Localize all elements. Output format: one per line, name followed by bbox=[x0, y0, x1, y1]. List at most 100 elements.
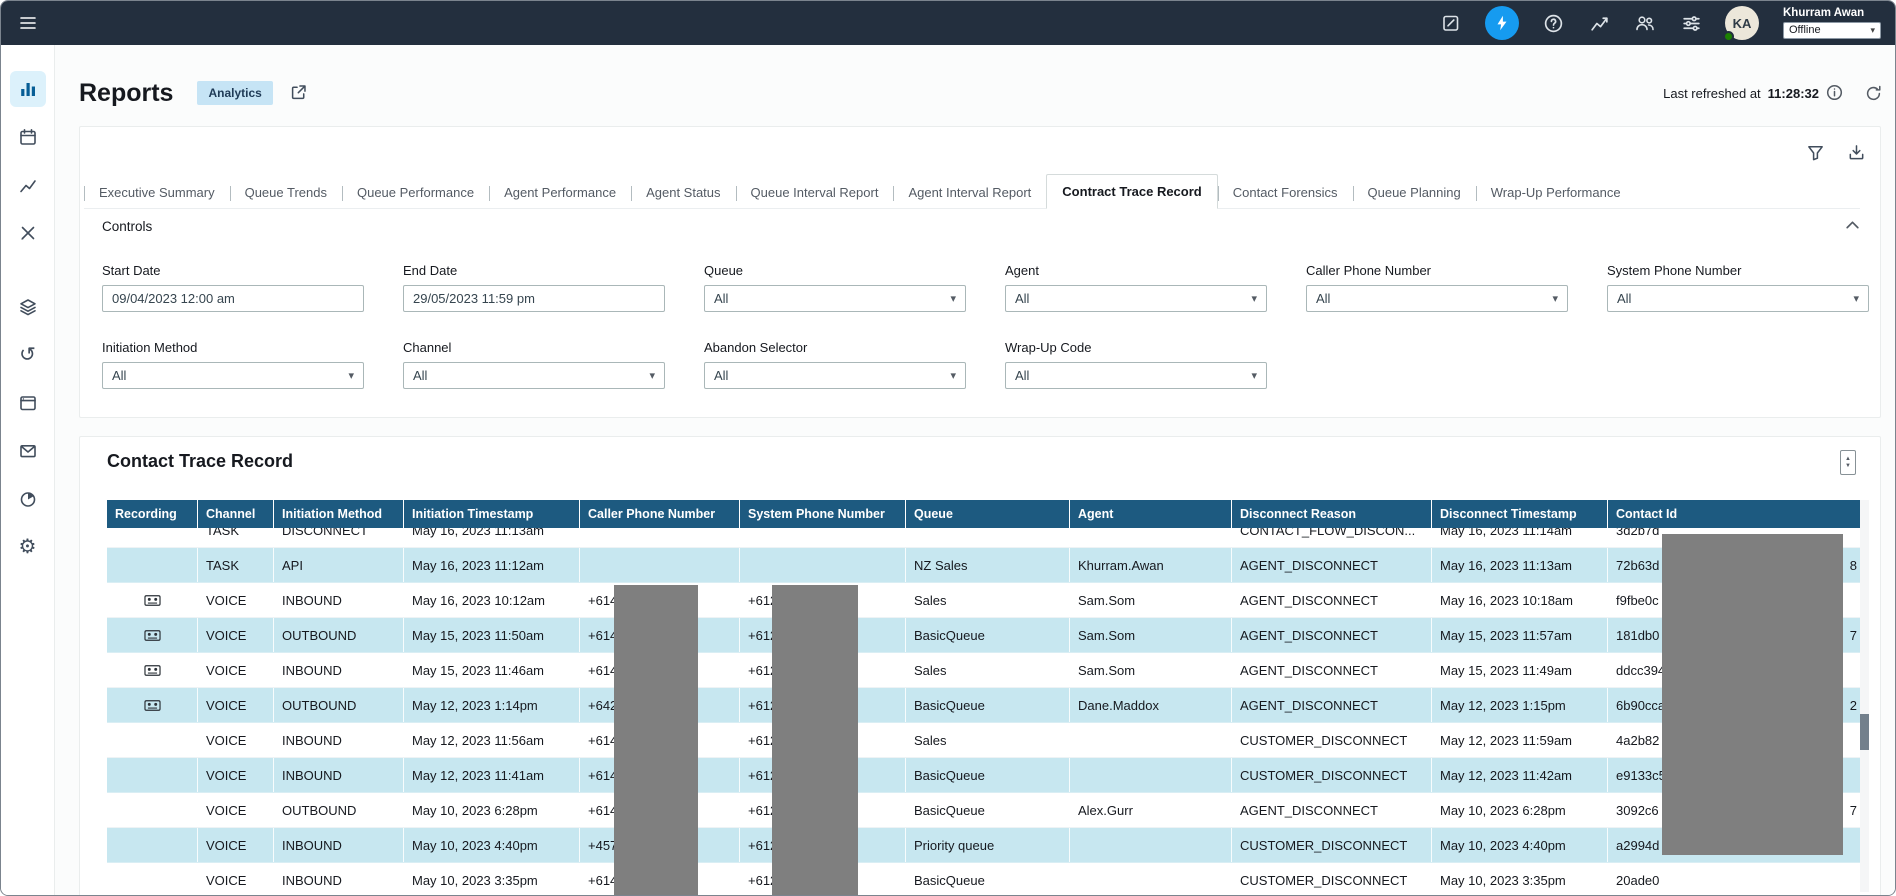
cell-system-phone bbox=[739, 548, 905, 582]
col-initiation-timestamp[interactable]: Initiation Timestamp bbox=[403, 500, 579, 528]
cell-disconnect-reason: AGENT_DISCONNECT bbox=[1231, 688, 1431, 722]
col-disconnect-timestamp[interactable]: Disconnect Timestamp bbox=[1431, 500, 1607, 528]
chevron-up-icon[interactable] bbox=[1844, 217, 1862, 235]
sidebar-item-window[interactable] bbox=[10, 385, 46, 421]
hamburger-menu-icon[interactable] bbox=[13, 8, 43, 38]
tab-queue-trends[interactable]: Queue Trends bbox=[230, 178, 342, 208]
cell-initiation-timestamp: May 16, 2023 10:12am bbox=[403, 583, 579, 617]
table-row[interactable]: VOICE INBOUND May 16, 2023 10:12am +614 … bbox=[107, 583, 1862, 618]
metrics-icon[interactable] bbox=[1587, 11, 1611, 35]
tab-queue-performance[interactable]: Queue Performance bbox=[342, 178, 489, 208]
recording-icon[interactable] bbox=[144, 665, 161, 676]
cell-initiation-timestamp: May 16, 2023 11:13am bbox=[403, 528, 579, 547]
cell-initiation-method: OUTBOUND bbox=[273, 618, 403, 652]
tab-contract-trace-record[interactable]: Contract Trace Record bbox=[1046, 174, 1217, 209]
chevron-down-icon: ▾ bbox=[950, 292, 956, 305]
tab-agent-interval-report[interactable]: Agent Interval Report bbox=[893, 178, 1046, 208]
channel-field: Channel All ▾ bbox=[403, 340, 665, 389]
external-link-icon[interactable] bbox=[289, 83, 309, 103]
quick-actions-icon[interactable] bbox=[1485, 6, 1519, 40]
table-row[interactable]: VOICE INBOUND May 15, 2023 11:46am +614 … bbox=[107, 653, 1862, 688]
col-initiation-method[interactable]: Initiation Method bbox=[273, 500, 403, 528]
contact-id-text: 6b90cca bbox=[1616, 698, 1665, 713]
table-row[interactable]: TASK DISCONNECT May 16, 2023 11:13am CON… bbox=[107, 528, 1862, 548]
tab-queue-planning[interactable]: Queue Planning bbox=[1353, 178, 1476, 208]
refresh-icon[interactable] bbox=[1864, 84, 1883, 103]
info-icon[interactable] bbox=[1826, 84, 1844, 102]
col-agent[interactable]: Agent bbox=[1069, 500, 1231, 528]
avatar[interactable]: KA bbox=[1725, 6, 1759, 40]
cell-initiation-method: API bbox=[273, 548, 403, 582]
cell-agent: Khurram.Awan bbox=[1069, 548, 1231, 582]
filter-icon[interactable] bbox=[1806, 143, 1825, 162]
sidebar-item-pie-reports[interactable] bbox=[10, 481, 46, 517]
col-queue[interactable]: Queue bbox=[905, 500, 1069, 528]
sidebar-item-schedule[interactable] bbox=[10, 119, 46, 155]
tab-agent-performance[interactable]: Agent Performance bbox=[489, 178, 631, 208]
table-row[interactable]: VOICE INBOUND May 10, 2023 4:40pm +457 +… bbox=[107, 828, 1862, 863]
download-icon[interactable] bbox=[1847, 143, 1866, 162]
wrapup-code-select[interactable]: All ▾ bbox=[1005, 362, 1267, 389]
table-row[interactable]: VOICE OUTBOUND May 10, 2023 6:28pm +614 … bbox=[107, 793, 1862, 828]
sidebar-item-reports[interactable] bbox=[10, 71, 46, 107]
notes-icon[interactable] bbox=[1439, 11, 1463, 35]
status-indicator bbox=[1723, 31, 1734, 42]
start-date-label: Start Date bbox=[102, 263, 364, 278]
sidebar-item-layers[interactable] bbox=[10, 289, 46, 325]
sidebar-item-design-tools[interactable] bbox=[10, 215, 46, 251]
end-date-input[interactable] bbox=[403, 285, 665, 312]
table-scrollbar-thumb[interactable] bbox=[1860, 714, 1869, 750]
col-disconnect-reason[interactable]: Disconnect Reason bbox=[1231, 500, 1431, 528]
queue-select[interactable]: All ▾ bbox=[704, 285, 966, 312]
agent-status-select[interactable]: Offline ▾ bbox=[1783, 22, 1881, 39]
tab-executive-summary[interactable]: Executive Summary bbox=[84, 178, 230, 208]
table-row[interactable]: VOICE OUTBOUND May 15, 2023 11:50am +614… bbox=[107, 618, 1862, 653]
cell-recording bbox=[107, 688, 197, 722]
help-icon[interactable] bbox=[1541, 11, 1565, 35]
scroll-spinner[interactable]: ▲ ▼ bbox=[1840, 450, 1856, 475]
cell-initiation-method: OUTBOUND bbox=[273, 793, 403, 827]
table-row[interactable]: VOICE OUTBOUND May 12, 2023 1:14pm +642 … bbox=[107, 688, 1862, 723]
sidebar-item-history[interactable]: ↺ bbox=[10, 337, 46, 373]
caller-phone-select[interactable]: All ▾ bbox=[1306, 285, 1568, 312]
recording-icon[interactable] bbox=[144, 700, 161, 711]
initiation-method-select[interactable]: All ▾ bbox=[102, 362, 364, 389]
recording-icon[interactable] bbox=[144, 630, 161, 641]
table-row[interactable]: VOICE INBOUND May 10, 2023 3:35pm +614 +… bbox=[107, 863, 1862, 895]
tab-agent-status[interactable]: Agent Status bbox=[631, 178, 735, 208]
col-channel[interactable]: Channel bbox=[197, 500, 273, 528]
tab-contact-forensics[interactable]: Contact Forensics bbox=[1218, 178, 1353, 208]
tab-wrap-up-performance[interactable]: Wrap-Up Performance bbox=[1476, 178, 1636, 208]
end-date-field: End Date bbox=[403, 263, 665, 312]
redaction-overlay-contact-id bbox=[1662, 534, 1843, 855]
settings-sliders-icon[interactable] bbox=[1679, 11, 1703, 35]
users-icon[interactable] bbox=[1633, 11, 1657, 35]
contact-id-text: 3092c6 bbox=[1616, 803, 1659, 818]
card-tools bbox=[1806, 143, 1866, 162]
system-phone-select[interactable]: All ▾ bbox=[1607, 285, 1869, 312]
sidebar-item-trends[interactable] bbox=[10, 167, 46, 203]
agent-select[interactable]: All ▾ bbox=[1005, 285, 1267, 312]
col-contact-id[interactable]: Contact Id bbox=[1607, 500, 1862, 528]
system-phone-field: System Phone Number All ▾ bbox=[1607, 263, 1869, 312]
cell-agent: Sam.Som bbox=[1069, 653, 1231, 687]
cell-queue: BasicQueue bbox=[905, 688, 1069, 722]
cell-queue: BasicQueue bbox=[905, 863, 1069, 895]
col-caller-phone[interactable]: Caller Phone Number bbox=[579, 500, 739, 528]
sidebar-item-mail[interactable] bbox=[10, 433, 46, 469]
agent-label: Agent bbox=[1005, 263, 1267, 278]
table-row[interactable]: VOICE INBOUND May 12, 2023 11:56am +614 … bbox=[107, 723, 1862, 758]
col-recording[interactable]: Recording bbox=[107, 500, 197, 528]
tab-queue-interval-report[interactable]: Queue Interval Report bbox=[736, 178, 894, 208]
col-system-phone[interactable]: System Phone Number bbox=[739, 500, 905, 528]
channel-select[interactable]: All ▾ bbox=[403, 362, 665, 389]
wrapup-code-label: Wrap-Up Code bbox=[1005, 340, 1267, 355]
abandon-selector-select[interactable]: All ▾ bbox=[704, 362, 966, 389]
start-date-input[interactable] bbox=[102, 285, 364, 312]
table-row[interactable]: VOICE INBOUND May 12, 2023 11:41am +614 … bbox=[107, 758, 1862, 793]
cell-recording bbox=[107, 653, 197, 687]
recording-icon[interactable] bbox=[144, 595, 161, 606]
sidebar-item-settings[interactable]: ⚙ bbox=[10, 529, 46, 565]
table-row[interactable]: TASK API May 16, 2023 11:12am NZ Sales K… bbox=[107, 548, 1862, 583]
start-date-field: Start Date bbox=[102, 263, 364, 312]
